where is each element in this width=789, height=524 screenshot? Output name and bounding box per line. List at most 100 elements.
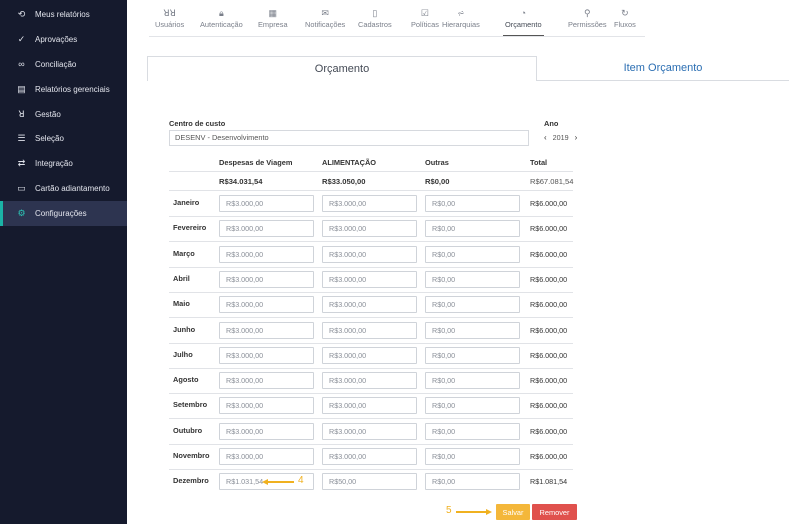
viagem-input[interactable]: R$3.000,00: [219, 195, 314, 212]
checkbox-icon: ☑: [420, 8, 429, 18]
tab-label: Cadastros: [358, 20, 392, 29]
outras-input[interactable]: R$0,00: [425, 422, 520, 440]
arrow-right-icon: [486, 509, 492, 515]
viagem-input[interactable]: R$3.000,00: [219, 245, 314, 263]
alimentacao-input[interactable]: R$3.000,00: [322, 296, 417, 314]
tab-empresa[interactable]: ▦ Empresa: [258, 6, 288, 36]
save-button[interactable]: Salvar: [496, 504, 530, 520]
sidebar-item-meus-relatorios[interactable]: ⟲ Meus relatórios: [0, 3, 127, 28]
history-icon: ⟲: [17, 9, 26, 20]
chevron-right-icon[interactable]: ›: [575, 133, 578, 142]
header-outras: Outras: [425, 158, 449, 167]
viagem-input[interactable]: R$3.000,00: [219, 296, 314, 314]
tab-cadastros[interactable]: ▯ Cadastros: [358, 6, 392, 36]
outras-input[interactable]: R$0,00: [425, 473, 520, 491]
row-total: R$1.081,54: [530, 477, 568, 487]
alimentacao-input[interactable]: R$3.000,00: [322, 448, 417, 465]
header-alimentacao: ALIMENTAÇÃO: [322, 158, 377, 167]
alimentacao-input[interactable]: R$3.000,00: [322, 220, 417, 238]
row-divider: [169, 418, 573, 420]
annotation-step-5: 5: [446, 505, 452, 516]
viagem-input[interactable]: R$3.000,00: [219, 321, 314, 339]
sync-icon: ⇄: [17, 158, 26, 169]
users-icon: ꓤꓤ: [163, 8, 176, 18]
tab-permissoes[interactable]: ⚲ Permissões: [568, 6, 607, 36]
alimentacao-input[interactable]: R$3.000,00: [322, 422, 417, 440]
row-divider: [169, 266, 573, 268]
month-label: Maio: [173, 299, 190, 309]
viagem-input[interactable]: R$3.000,00: [219, 220, 314, 238]
viagem-input[interactable]: R$3.000,00: [219, 372, 314, 390]
row-divider: [169, 367, 573, 369]
remove-button[interactable]: Remover: [532, 504, 577, 520]
tab-label: Políticas: [411, 20, 439, 29]
gear-icon: ⚙: [17, 207, 26, 218]
sidebar-item-aprovacoes[interactable]: ✓ Aprovações: [0, 27, 127, 52]
outras-input[interactable]: R$0,00: [425, 220, 520, 238]
month-label: Janeiro: [173, 198, 200, 207]
tab-hierarquias[interactable]: ⩫ Hierarquias: [442, 6, 480, 36]
row-total: R$6.000,00: [530, 376, 568, 386]
sidebar-item-configuracoes[interactable]: ⚙ Configurações: [0, 200, 127, 226]
outras-input[interactable]: R$0,00: [425, 346, 520, 364]
annotation-step-4: 4: [298, 475, 304, 486]
alimentacao-input[interactable]: R$50,00: [322, 473, 417, 491]
tab-orcamento[interactable]: Orçamento: [147, 56, 537, 81]
sidebar-item-gestao[interactable]: ꓤ Gestão: [0, 102, 127, 127]
sidebar-item-label: Aprovações: [35, 35, 78, 45]
month-label: Julho: [173, 349, 193, 359]
tab-notificacoes[interactable]: ✉ Notificações: [305, 6, 345, 36]
alimentacao-input[interactable]: R$3.000,00: [322, 245, 417, 263]
sidebar-item-selecao[interactable]: ☰ Seleção: [0, 126, 127, 151]
outras-input[interactable]: R$0,00: [425, 448, 520, 465]
tab-label: Fluxos: [614, 20, 636, 29]
alimentacao-input[interactable]: R$3.000,00: [322, 397, 417, 415]
outras-input[interactable]: R$0,00: [425, 270, 520, 288]
outras-input[interactable]: R$0,00: [425, 296, 520, 314]
annotation-arrow-5: [456, 511, 487, 513]
alimentacao-input[interactable]: R$3.000,00: [322, 321, 417, 339]
viagem-input[interactable]: R$3.000,00: [219, 448, 314, 465]
viagem-input[interactable]: R$3.000,00: [219, 397, 314, 415]
row-total: R$6.000,00: [530, 249, 568, 259]
outras-input[interactable]: R$0,00: [425, 372, 520, 390]
tab-usuarios[interactable]: ꓤꓤ Usuários: [155, 6, 184, 36]
chevron-left-icon[interactable]: ‹: [544, 133, 547, 142]
row-total: R$6.000,00: [530, 274, 568, 284]
sidebar-item-relatorios-gerenciais[interactable]: ▤ Relatórios gerenciais: [0, 77, 127, 102]
tab-autenticacao[interactable]: 🔒︎ Autenticação: [200, 6, 243, 36]
year-value: 2019: [552, 133, 569, 142]
outras-input[interactable]: R$0,00: [425, 195, 520, 212]
month-label: Abril: [173, 273, 190, 283]
outras-input[interactable]: R$0,00: [425, 245, 520, 263]
row-total: R$6.000,00: [530, 325, 568, 335]
row-divider: [169, 241, 573, 243]
alimentacao-input[interactable]: R$3.000,00: [322, 372, 417, 390]
report-icon: ▤: [17, 83, 26, 94]
outras-input[interactable]: R$0,00: [425, 321, 520, 339]
hierarchy-icon: ⩫: [457, 8, 465, 18]
alimentacao-input[interactable]: R$3.000,00: [322, 195, 417, 212]
tab-item-orcamento[interactable]: Item Orçamento: [537, 56, 789, 81]
row-divider: [169, 469, 573, 470]
alimentacao-input[interactable]: R$3.000,00: [322, 270, 417, 288]
viagem-input[interactable]: R$3.000,00: [219, 422, 314, 440]
mail-icon: ✉: [321, 8, 329, 18]
sidebar-item-cartao-adiantamento[interactable]: ▭ Cartão adiantamento: [0, 176, 127, 201]
month-label: Fevereiro: [173, 223, 207, 233]
sidebar-item-label: Integração: [35, 159, 73, 169]
viagem-input[interactable]: R$3.000,00: [219, 270, 314, 288]
sidebar-item-conciliacao[interactable]: ∞ Conciliação: [0, 52, 127, 77]
outras-input[interactable]: R$0,00: [425, 397, 520, 415]
tab-fluxos[interactable]: ↻ Fluxos: [614, 6, 636, 36]
centro-custo-select[interactable]: DESENV - Desenvolvimento: [169, 130, 529, 146]
row-total: R$6.000,00: [530, 426, 568, 436]
sidebar-item-label: Relatórios gerenciais: [35, 84, 110, 94]
tab-politicas[interactable]: ☑ Políticas: [411, 6, 439, 36]
tab-label: Notificações: [305, 20, 346, 29]
alimentacao-input[interactable]: R$3.000,00: [322, 346, 417, 364]
sidebar-item-label: Conciliação: [35, 59, 77, 69]
tab-orcamento[interactable]: ◔ Orçamento: [503, 6, 544, 36]
sidebar-item-integracao[interactable]: ⇄ Integração: [0, 151, 127, 176]
viagem-input[interactable]: R$3.000,00: [219, 346, 314, 364]
